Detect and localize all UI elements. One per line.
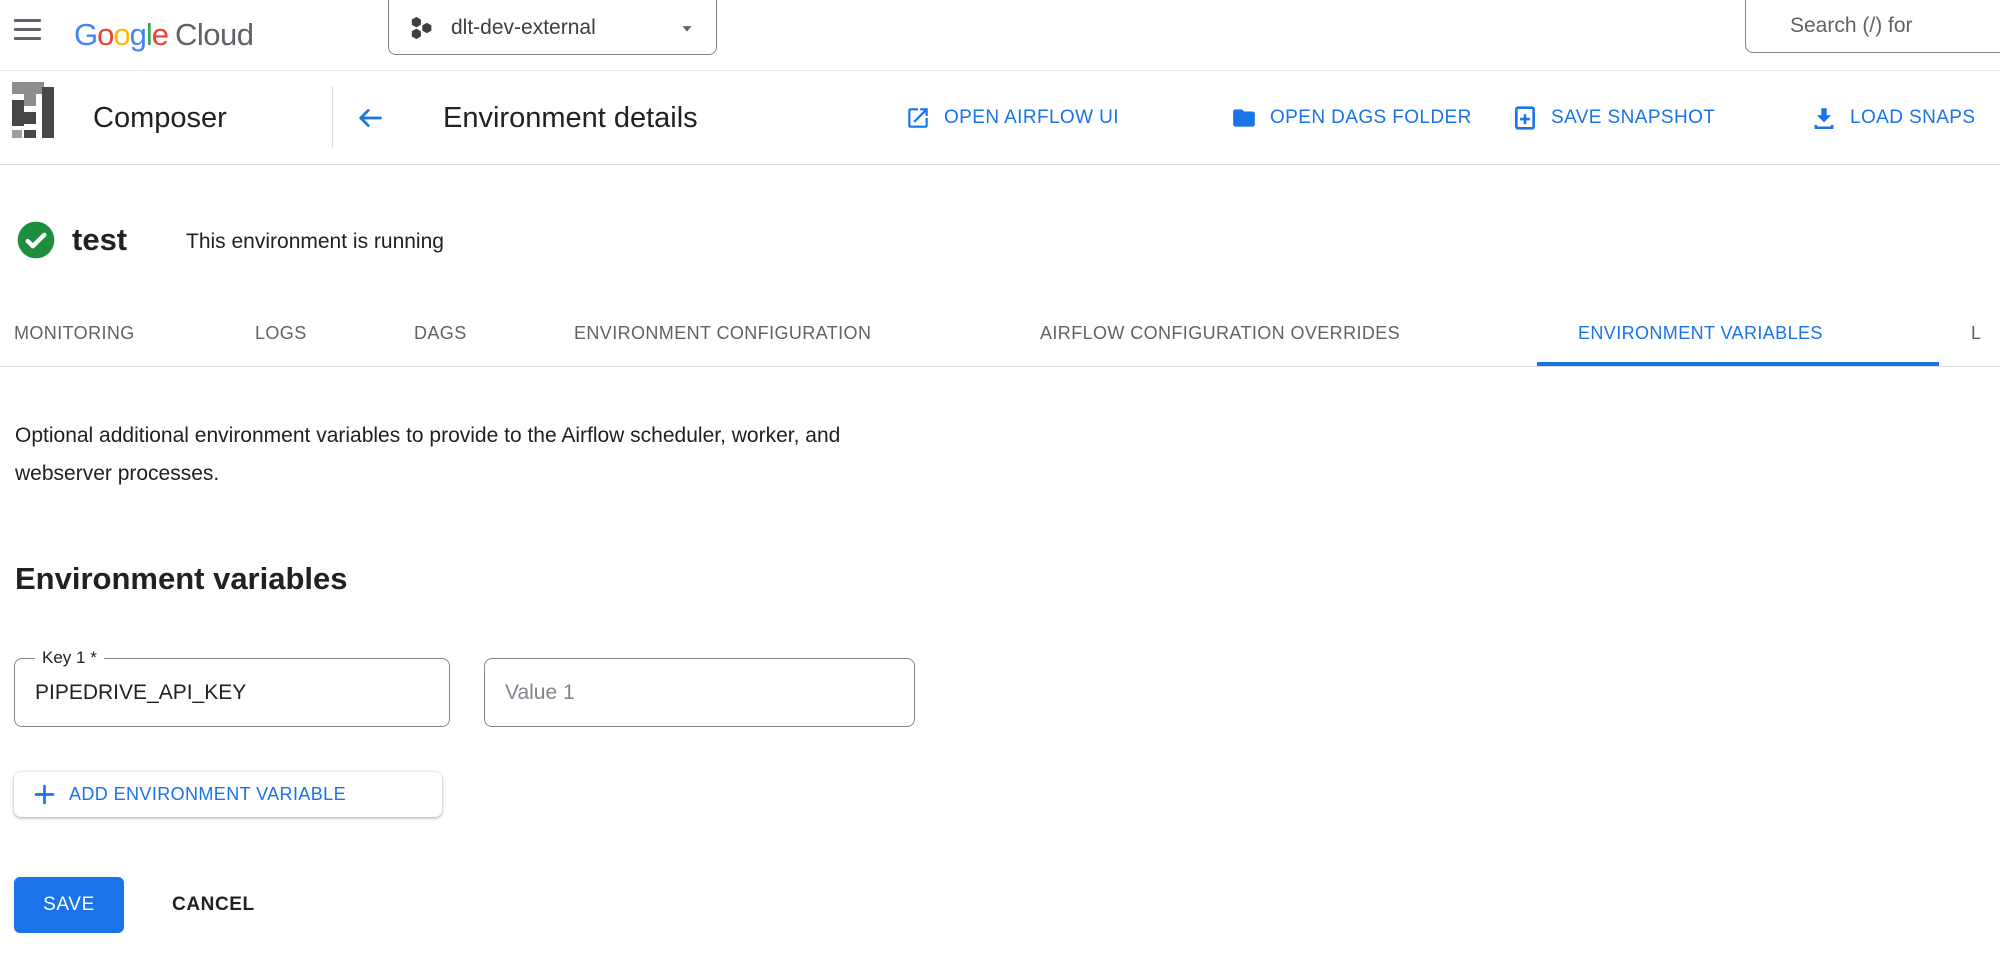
product-name[interactable]: Composer (93, 71, 227, 165)
open-airflow-ui-button[interactable]: OPEN AIRFLOW UI (905, 71, 1119, 165)
key-field-container: Key 1 * (14, 658, 450, 727)
composer-environment-details-page: Google Cloud dlt-dev-external Search (/)… (0, 0, 2000, 979)
load-snapshot-label: LOAD SNAPS (1850, 107, 1975, 129)
product-header: Composer Environment details OPEN AIRFLO… (0, 71, 2000, 165)
environment-status-message: This environment is running (186, 222, 444, 262)
value-field-container (484, 658, 915, 727)
section-description: Optional additional environment variable… (15, 417, 840, 493)
check-circle-icon (16, 220, 56, 260)
cancel-button[interactable]: CANCEL (158, 877, 269, 933)
tab-monitoring[interactable]: MONITORING (14, 300, 135, 366)
page-title: Environment details (443, 71, 698, 165)
save-snapshot-button[interactable]: SAVE SNAPSHOT (1512, 71, 1715, 165)
open-dags-folder-button[interactable]: OPEN DAGS FOLDER (1231, 71, 1472, 165)
description-line-2: webserver processes. (15, 455, 840, 493)
description-line-1: Optional additional environment variable… (15, 417, 840, 455)
open-in-new-icon (905, 105, 931, 131)
key-input[interactable] (15, 659, 449, 726)
tab-airflow-configuration-overrides[interactable]: AIRFLOW CONFIGURATION OVERRIDES (1040, 300, 1400, 366)
environment-name: test (72, 220, 127, 260)
value-input[interactable] (485, 659, 914, 726)
search-placeholder: Search (/) for (1746, 14, 1913, 52)
tab-dags[interactable]: DAGS (414, 300, 467, 366)
google-cloud-logo[interactable]: Google Cloud (74, 0, 254, 70)
add-environment-variable-button[interactable]: ADD ENVIRONMENT VARIABLE (14, 772, 442, 817)
google-logo-wordmark: Google (74, 17, 168, 53)
download-icon (1811, 105, 1837, 131)
header-divider (332, 86, 333, 148)
tab-environment-variables[interactable]: ENVIRONMENT VARIABLES (1578, 300, 1823, 366)
back-arrow-icon (354, 104, 386, 132)
plus-icon (31, 781, 58, 808)
tab-labels-cut[interactable]: L (1971, 300, 1981, 366)
chevron-down-icon (676, 17, 698, 39)
search-input[interactable]: Search (/) for (1745, 0, 2000, 53)
hamburger-menu-icon[interactable] (14, 19, 41, 52)
save-button[interactable]: SAVE (14, 877, 124, 933)
add-environment-variable-label: ADD ENVIRONMENT VARIABLE (69, 784, 346, 805)
composer-logo (8, 82, 58, 146)
project-name: dlt-dev-external (451, 16, 676, 40)
top-app-bar: Google Cloud dlt-dev-external Search (/)… (0, 0, 2000, 71)
open-airflow-ui-label: OPEN AIRFLOW UI (944, 107, 1119, 129)
load-snapshot-button[interactable]: LOAD SNAPS (1811, 71, 1975, 165)
tab-environment-configuration[interactable]: ENVIRONMENT CONFIGURATION (574, 300, 871, 366)
open-dags-folder-label: OPEN DAGS FOLDER (1270, 107, 1472, 129)
folder-icon (1231, 105, 1257, 131)
project-hexagons-icon (407, 14, 435, 42)
tab-logs[interactable]: LOGS (255, 300, 307, 366)
cloud-wordmark: Cloud (175, 17, 254, 53)
save-snapshot-label: SAVE SNAPSHOT (1551, 107, 1715, 129)
tab-bar: MONITORING LOGS DAGS ENVIRONMENT CONFIGU… (0, 300, 2000, 367)
section-title: Environment variables (15, 561, 348, 597)
save-snapshot-icon (1512, 105, 1538, 131)
active-tab-underline (1537, 362, 1939, 366)
project-selector[interactable]: dlt-dev-external (388, 0, 717, 55)
back-button[interactable] (350, 100, 390, 136)
